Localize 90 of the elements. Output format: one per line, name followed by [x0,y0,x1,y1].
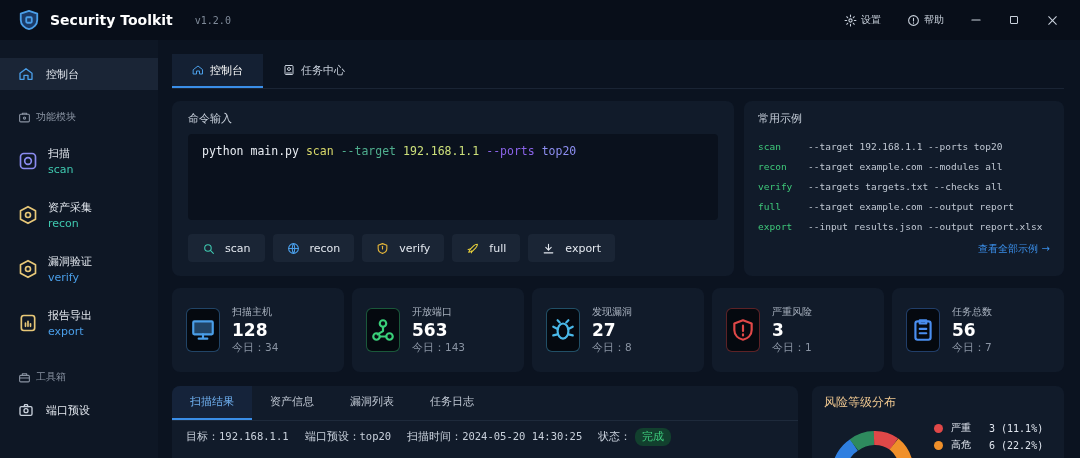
hexagon-icon [18,205,38,225]
tab[interactable]: 任务中心 [263,54,365,88]
settings-button[interactable]: 设置 [836,13,889,27]
tab[interactable]: 资产信息 [252,386,332,420]
toolbox-icon [18,370,31,384]
module-label[interactable]: 漏洞验证 [48,254,92,269]
download-icon [542,241,556,255]
example-command: export [758,220,794,232]
example-command: full [758,200,782,212]
globe-icon [286,241,300,255]
tab[interactable]: 控制台 [172,54,263,88]
shield-icon [376,241,390,255]
stat-value: 27 [592,320,617,340]
settings-icon [844,13,857,27]
stat-today: 今日：1 [772,341,812,355]
scan-icon [18,151,38,171]
help-icon [907,13,920,27]
module-command[interactable]: scan [48,163,74,176]
section-label: 功能模块 [36,110,76,124]
example-command: verify [758,180,794,192]
example-command: scan [758,140,782,152]
report-icon [18,313,38,333]
stat-label: 开放端口 [412,305,453,319]
tab[interactable]: 扫描结果 [172,386,252,420]
quick-command-button[interactable]: full [452,234,521,262]
shield-logo-icon [18,9,40,31]
home-icon [18,66,34,82]
stat-label: 严重风险 [772,305,812,319]
hexagon-icon [18,259,38,279]
example-arguments: --target example.com --output report [808,200,1014,212]
section-label: 工具箱 [36,370,66,384]
scan-info-text: 目标：192.168.1.1 [186,430,289,444]
sidebar-item[interactable]: 控制台 [0,58,158,90]
network-icon [370,317,396,343]
camera-icon [18,402,34,418]
example-arguments: --target 192.168.1.1 --ports top20 [808,140,1003,152]
home-icon [192,64,204,76]
warning-shield-icon [730,317,756,343]
module-label[interactable]: 资产采集 [48,200,92,215]
example-arguments: --target example.com --modules all [808,160,1003,172]
tab[interactable]: 任务日志 [412,386,492,420]
stat-value: 56 [952,320,977,340]
module-label[interactable]: 报告导出 [48,308,92,323]
monitor-icon [190,317,216,343]
close-icon [1045,13,1059,27]
stat-today: 今日：7 [952,341,992,355]
panel-title: 常用示例 [758,111,803,126]
view-all-link[interactable]: 查看全部示例 → [978,242,1050,256]
quick-command-button[interactable]: export [528,234,615,262]
legend-value: 3 (11.1%) [989,422,1044,434]
example-arguments: --targets targets.txt --checks all [808,180,1003,192]
stat-value: 3 [772,320,785,340]
stat-label: 扫描主机 [232,305,273,319]
stat-today: 今日：143 [412,341,466,355]
stat-label: 任务总数 [952,305,992,319]
scan-info-text: 扫描时间：2024-05-20 14:30:25 [407,430,583,444]
panel-title: 风险等级分布 [824,394,897,411]
command-input[interactable]: python main.py scan --target 192.168.1.1 --ports top20 [188,134,718,220]
app-title: Security Toolkit [50,12,173,28]
module-label[interactable]: 扫描 [48,146,74,161]
bug-icon [550,317,576,343]
maximize-icon [1008,14,1020,26]
help-button[interactable]: 帮助 [899,13,952,27]
status-badge: 完成 [635,428,672,446]
document-icon [283,64,295,76]
example-command: recon [758,160,788,172]
stat-value: 128 [232,320,269,340]
panel-title: 命令输入 [188,111,233,126]
status-label: 状态： [598,430,632,444]
scan-info-text: 端口预设：top20 [304,430,392,444]
legend-label: 严重 [951,421,971,435]
quick-command-button[interactable]: scan [188,234,265,262]
quick-command-button[interactable]: verify [362,234,445,262]
stat-today: 今日：8 [592,341,632,355]
version-label: v1.2.0 [194,14,231,26]
stat-today: 今日：34 [232,341,279,355]
search-icon [202,241,215,255]
module-command[interactable]: export [48,325,92,338]
legend-label: 高危 [951,438,971,452]
example-arguments: --input results.json --output report.xlsx [808,220,1043,232]
module-command[interactable]: recon [48,217,92,230]
sidebar-item[interactable]: 端口预设 [0,394,158,426]
legend-value: 6 (22.2%) [989,439,1044,451]
quick-command-button[interactable]: recon [272,234,355,262]
folder-icon [18,110,31,124]
module-command[interactable]: verify [48,271,92,284]
stat-value: 563 [412,320,449,340]
rocket-icon [466,241,480,255]
stat-label: 发现漏洞 [592,305,632,319]
tab[interactable]: 漏洞列表 [332,386,412,420]
